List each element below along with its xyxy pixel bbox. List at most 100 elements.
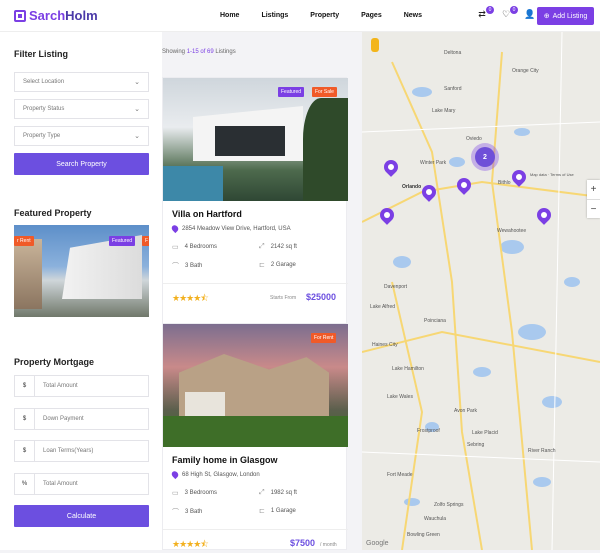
favorites-count-badge: 0 xyxy=(510,6,518,14)
plus-icon: ⊕ xyxy=(543,13,550,20)
listing-bedrooms-text: 3 Bedrooms xyxy=(184,490,217,496)
tag-for-rent: r Rent xyxy=(14,236,34,246)
car-icon: ⊏ xyxy=(259,262,265,269)
chevron-down-icon: ⌄ xyxy=(134,106,140,113)
map-label-lake-alfred: Lake Alfred xyxy=(370,304,396,310)
listing-garage-text: 2 Garage xyxy=(270,262,296,268)
listing-bath: ⌒ 3 Bath xyxy=(172,507,202,517)
listing-bath: ⌒ 3 Bath xyxy=(172,261,202,271)
listing-photo[interactable]: For Rent xyxy=(163,324,348,447)
filter-title: Filter Listing xyxy=(14,49,68,59)
pool xyxy=(163,166,223,201)
listing-area: ⤢ 1982 sq ft xyxy=(259,489,297,497)
featured-property-image[interactable]: r Rent Featured F xyxy=(14,225,149,317)
map-label-davenport: Davenport xyxy=(384,284,408,290)
garage-door xyxy=(185,392,225,416)
tag-for-sale: For Sale xyxy=(312,87,337,97)
user-icon[interactable]: 👤 xyxy=(524,9,536,21)
pegman-icon[interactable] xyxy=(371,38,379,52)
results-suffix: Listings xyxy=(215,49,236,55)
listing-address-text: 2854 Meadow View Drive, Hartford, USA xyxy=(182,225,291,232)
listing-garage-text: 1 Garage xyxy=(270,508,296,514)
map-label-lake-hamilton: Lake Hamilton xyxy=(392,366,424,372)
field-placeholder: Loan Terms(Years) xyxy=(43,448,94,454)
heart-icon[interactable]: ♡ 0 xyxy=(500,6,518,21)
chevron-down-icon: ⌄ xyxy=(134,79,140,86)
map-label-lake-placid: Lake Placid xyxy=(472,430,498,436)
zoom-in-button[interactable]: + xyxy=(587,180,600,199)
compare-count-badge: 0 xyxy=(486,6,494,14)
map-label-orlando: Orlando xyxy=(402,184,422,190)
nav-pages[interactable]: Pages xyxy=(361,12,382,19)
location-pin-icon xyxy=(170,469,180,480)
results-prefix: Showing xyxy=(162,49,186,55)
field-placeholder: Total Amount xyxy=(43,481,78,487)
tag-featured: Featured xyxy=(109,236,136,246)
logo[interactable]: Sarch Holm xyxy=(14,8,98,23)
search-property-button[interactable]: Search Property xyxy=(14,153,149,175)
divider xyxy=(163,283,348,284)
listing-title[interactable]: Family home in Glasgow xyxy=(172,455,278,465)
map[interactable]: Deltona Sanford Orange City Lake Mary Ov… xyxy=(362,32,600,550)
percent-prefix: % xyxy=(15,474,35,494)
map-label-wauchula: Wauchula xyxy=(424,516,447,522)
status-select[interactable]: Property Status ⌄ xyxy=(14,99,149,119)
featured-title: Featured Property xyxy=(14,208,92,218)
add-listing-label: Add Listing xyxy=(552,12,588,20)
rating-stars-icon: ★★★★⯪ xyxy=(172,539,209,549)
listing-address: 2854 Meadow View Drive, Hartford, USA xyxy=(170,223,291,234)
mortgage-title: Property Mortgage xyxy=(14,357,95,367)
listing-card[interactable]: For Rent Family home in Glasgow 68 High … xyxy=(162,323,348,550)
interest-rate-field[interactable]: % Total Amount xyxy=(14,473,149,495)
nav-news[interactable]: News xyxy=(404,12,422,19)
map-attribution[interactable]: Map data · Terms of Use xyxy=(530,172,574,177)
listing-photo[interactable]: Featured For Sale xyxy=(163,78,348,201)
listing-title[interactable]: Villa on Hartford xyxy=(172,209,242,219)
map-label-wewahootee: Wewahootee xyxy=(497,228,527,234)
down-payment-field[interactable]: $ Down Payment xyxy=(14,408,149,430)
calculate-button[interactable]: Calculate xyxy=(14,505,149,527)
listing-card[interactable]: Featured For Sale Villa on Hartford 2854… xyxy=(162,77,348,343)
compare-icon[interactable]: ⇄ 0 xyxy=(476,6,494,21)
logo-icon xyxy=(14,9,26,22)
bath-icon: ⌒ xyxy=(172,263,179,270)
type-select[interactable]: Property Type ⌄ xyxy=(14,126,149,146)
location-pin-icon xyxy=(170,223,180,234)
nav-property[interactable]: Property xyxy=(310,12,339,19)
total-amount-field[interactable]: $ Total Amount xyxy=(14,375,149,397)
type-select-value: Property Type xyxy=(23,133,61,139)
map-label-zolfo-springs: Zolfo Springs xyxy=(434,502,464,508)
map-label-orange-city: Orange City xyxy=(512,68,539,74)
listing-area-text: 2142 sq ft xyxy=(270,244,297,250)
loan-terms-field[interactable]: $ Loan Terms(Years) xyxy=(14,440,149,462)
listing-price: $25000 xyxy=(306,292,337,302)
location-select-value: Select Location xyxy=(23,79,65,85)
map-label-bowling-green: Bowling Green xyxy=(407,532,440,538)
listing-price: $7500 xyxy=(290,538,316,548)
listing-area: ⤢ 2142 sq ft xyxy=(259,243,297,251)
location-select[interactable]: Select Location ⌄ xyxy=(14,72,149,92)
map-label-deltona: Deltona xyxy=(444,50,462,56)
main-nav: Home Listings Property Pages News xyxy=(220,12,422,19)
map-label-winter-park: Winter Park xyxy=(420,160,447,166)
nav-home[interactable]: Home xyxy=(220,12,239,19)
zoom-control: + − xyxy=(587,180,600,218)
chevron-down-icon: ⌄ xyxy=(134,133,140,140)
area-icon: ⤢ xyxy=(259,489,265,496)
add-listing-button[interactable]: ⊕ Add Listing xyxy=(537,7,594,25)
map-label-river-ranch: River Ranch xyxy=(528,448,556,454)
header: Sarch Holm Home Listings Property Pages N… xyxy=(0,0,600,32)
map-cluster[interactable]: 2 xyxy=(471,143,499,171)
bed-icon: ▭ xyxy=(172,490,179,497)
map-label-lake-wales: Lake Wales xyxy=(387,394,413,400)
map-label-avon-park: Avon Park xyxy=(454,408,477,414)
listing-bath-text: 3 Bath xyxy=(185,509,203,515)
nav-listings[interactable]: Listings xyxy=(261,12,288,19)
zoom-out-button[interactable]: − xyxy=(587,199,600,218)
map-label-frostproof: Frostproof xyxy=(417,428,440,434)
tag-for-rent: For Rent xyxy=(311,333,337,343)
villa-glass xyxy=(215,126,285,156)
map-label-sanford: Sanford xyxy=(444,86,462,92)
dollar-prefix: $ xyxy=(15,409,35,429)
car-icon: ⊏ xyxy=(259,508,265,515)
